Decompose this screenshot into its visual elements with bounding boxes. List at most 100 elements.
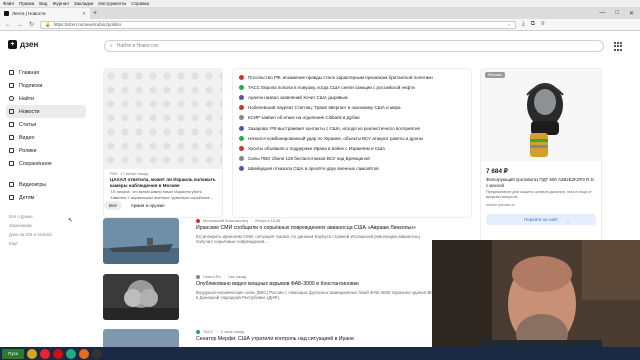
obs-icon[interactable]	[92, 348, 102, 359]
minimize-button[interactable]: —	[599, 10, 605, 17]
download-icon[interactable]: ⤓	[522, 21, 525, 28]
headline-text: Захарова: РФ выстраивает контакты с США,…	[248, 125, 420, 131]
mouse-cursor-icon: ↖	[68, 218, 74, 224]
explosion-thumbnail	[103, 274, 179, 320]
list-item[interactable]: КСИР заявил об атаке на отделение Citiba…	[239, 113, 465, 123]
list-item[interactable]: Арахчи назвал заявлений Хочет США дырявы…	[239, 92, 465, 102]
more-options-icon[interactable]: ⋮	[565, 220, 571, 227]
list-item[interactable]: Силы ПВО сбили 128 беспилотников ВСУ над…	[239, 154, 465, 164]
reload-icon[interactable]: ↻	[29, 21, 34, 28]
list-item[interactable]: Начался комбинированный удар по Украине,…	[239, 133, 465, 143]
explorer-icon[interactable]	[27, 348, 37, 359]
logo-text: дзен	[20, 40, 39, 49]
source-icon	[196, 329, 200, 334]
footer-link-apps[interactable]: Дзен на iOS и Android	[6, 230, 86, 239]
feed-item[interactable]: Газета.Ru · Час назад Опубликовано видео м…	[103, 274, 571, 320]
firefox-icon[interactable]	[79, 348, 89, 359]
menu-edit[interactable]: Правка	[19, 1, 34, 6]
forward-arrow-icon[interactable]: →	[17, 22, 23, 28]
story-title: ЦАХАЛ ответила, может ли Израиль взломат…	[110, 177, 216, 188]
site-header: + дзен ⌕ Найти в Новостях	[0, 31, 640, 60]
video-icon	[9, 135, 14, 140]
list-item[interactable]: Швейцария отказала США в пролёте двух во…	[239, 164, 465, 174]
source-icon	[239, 84, 244, 90]
feed-item[interactable]: Московский Комсомолец · Вчера в 18:38 Иран…	[103, 218, 571, 264]
back-arrow-icon[interactable]: ←	[5, 22, 11, 28]
footer-link-customers[interactable]: Заказчикам	[6, 221, 86, 230]
dzen-logo-icon: +	[8, 40, 17, 49]
maximize-button[interactable]: □	[615, 10, 619, 17]
headline-text: Хуситы объявили о поддержке Ирана в войн…	[248, 145, 386, 151]
sidebar-item-search[interactable]: Найти	[6, 92, 86, 105]
feed-source: Газета.Ru	[203, 274, 221, 279]
source-icon	[239, 94, 244, 100]
ad-price: 7 684 ₽	[486, 168, 508, 175]
sidebar-item-subscriptions[interactable]: Подписки	[6, 79, 86, 92]
filter-chip-army[interactable]: Армия и оружие	[125, 201, 170, 210]
menu-help[interactable]: Справка	[131, 1, 149, 6]
apps-grid-icon[interactable]	[614, 42, 623, 51]
tab-title: Лента | Новости	[12, 11, 46, 16]
chrome-icon[interactable]	[66, 348, 76, 359]
bookmark-star-icon[interactable]: ☆	[507, 22, 515, 28]
headline-text: ТАСС Европа попала в ловушку, когда США …	[248, 84, 415, 90]
list-item[interactable]: ТАСС Европа попала в ловушку, когда США …	[239, 82, 465, 92]
list-item[interactable]: Посольство РФ: искажение правды стало ха…	[239, 72, 465, 82]
close-tab-icon[interactable]: ✕	[82, 11, 86, 17]
sidebar-item-articles[interactable]: Статьи	[6, 118, 86, 131]
menu-hamburger-icon[interactable]: ≡	[541, 21, 545, 28]
windows-taskbar: Пуск	[0, 347, 640, 360]
filter-chip-all[interactable]: Всё	[104, 201, 122, 210]
sidebar-item-shorts[interactable]: Ролики	[6, 144, 86, 157]
ad-title: Фильтрующий противогаз ПДТ 600 A2B2E2K2P…	[486, 177, 594, 188]
source-icon	[239, 156, 244, 162]
feed-title: Сенатор Мерфи: США утратили контроль над…	[196, 336, 355, 342]
sidebar-item-label: Видео	[19, 134, 35, 141]
gas-mask-icon	[526, 83, 564, 157]
menu-tools[interactable]: Инструменты	[98, 1, 126, 6]
sidebar-item-videogames[interactable]: Видеоигры	[6, 178, 86, 191]
sidebar-item-video[interactable]: Видео	[6, 131, 86, 144]
feed-time: 2 часа назад	[220, 329, 244, 334]
headline-text: КСИР заявил об атаке на отделение Citiba…	[248, 115, 360, 121]
close-window-button[interactable]: ✕	[629, 10, 634, 17]
sidebar-item-home[interactable]: Главная	[6, 66, 86, 79]
start-button[interactable]: Пуск	[2, 348, 24, 359]
sidebar-item-saved[interactable]: Сохранённое	[6, 157, 86, 170]
feed-item[interactable]: ТАСС · 2 часа назад Сенатор Мерфи: США утр…	[103, 329, 433, 347]
browser-tab[interactable]: Лента | Новости ✕	[0, 8, 90, 19]
search-placeholder: Найти в Новостях	[116, 43, 159, 49]
story-card[interactable]: РБК · 17 минут назад ЦАХАЛ ответила, мож…	[103, 68, 223, 218]
menu-view[interactable]: Вид	[39, 1, 47, 6]
subscriptions-icon	[9, 83, 14, 88]
footer-link-more[interactable]: Ещё	[6, 239, 86, 248]
source-icon	[239, 105, 244, 111]
list-item[interactable]: Нобелевский лауреат Стиглиц: Трамп вверг…	[239, 103, 465, 113]
search-icon	[9, 96, 14, 101]
search-icon: ⌕	[110, 43, 113, 49]
list-item[interactable]: Захарова: РФ выстраивает контакты с США,…	[239, 123, 465, 133]
ad-visit-button[interactable]: Перейти на сайт	[486, 214, 596, 226]
sidebar-item-label: Сохранённое	[19, 160, 52, 167]
sidebar-item-news[interactable]: Новости	[6, 105, 86, 118]
yandex-browser-icon[interactable]	[40, 348, 50, 359]
menu-bookmarks[interactable]: Закладки	[74, 1, 93, 6]
feed-title: Опубликовано видео мощных взрывов ФАБ-30…	[196, 281, 359, 287]
ad-card[interactable]: Реклама 7 684 ₽ Фильтрующий противогаз П…	[480, 68, 602, 254]
sidebar-item-kids[interactable]: Детям	[6, 191, 86, 204]
list-item[interactable]: Хуситы объявили о поддержке Ирана в войн…	[239, 143, 465, 153]
story-meta: РБК · 17 минут назад	[110, 172, 148, 176]
ad-site[interactable]: market.yandex.ru	[481, 201, 601, 209]
source-icon	[239, 166, 244, 172]
new-tab-button[interactable]: +	[90, 10, 100, 17]
search-input[interactable]: ⌕ Найти в Новостях	[104, 40, 604, 52]
opera-icon[interactable]	[53, 348, 63, 359]
source-icon	[239, 74, 244, 80]
source-icon	[239, 125, 244, 131]
dzen-logo[interactable]: + дзен	[8, 40, 38, 49]
extensions-icon[interactable]: ⧉	[531, 21, 535, 28]
menu-file[interactable]: Файл	[3, 1, 14, 6]
footer-link-about[interactable]: Всё о Дзене	[6, 212, 86, 221]
address-bar[interactable]: 🔒 https://dzen.ru/news/rubric/politics ☆	[40, 20, 517, 29]
menu-history[interactable]: Журнал	[52, 1, 68, 6]
